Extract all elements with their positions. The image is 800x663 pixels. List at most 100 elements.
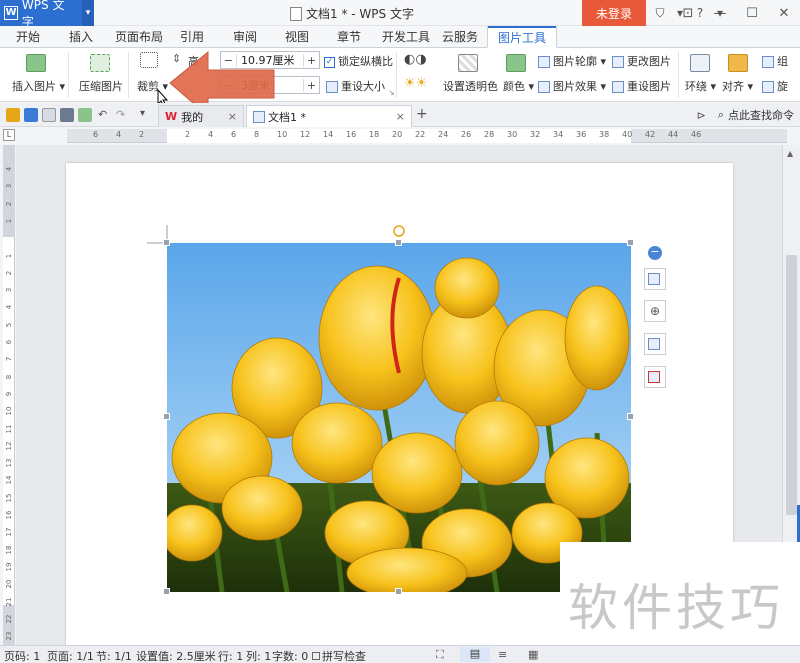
reset-size-button[interactable]: 重设大小 <box>326 78 385 94</box>
rotate-label: 旋 <box>777 80 788 93</box>
save-icon[interactable] <box>24 108 38 122</box>
redo-icon[interactable]: ↷ <box>116 108 130 122</box>
tab-cloud[interactable]: 云服务 <box>442 26 478 48</box>
open-icon[interactable] <box>6 108 20 122</box>
window-controls: ⊡ — ☐ ✕ <box>672 0 800 26</box>
spell-check-toggle[interactable]: 拼写检查 <box>312 648 366 663</box>
close-icon[interactable]: × <box>228 110 237 123</box>
rotate-button[interactable]: 旋 <box>762 78 788 94</box>
close-icon[interactable]: × <box>396 110 405 123</box>
tab-view[interactable]: 视图 <box>285 26 309 48</box>
page-view-icon[interactable]: ▤ <box>460 647 490 662</box>
close-button[interactable]: ✕ <box>768 0 800 26</box>
tab-document1[interactable]: 文档1 * × <box>246 105 412 127</box>
tab-picture-tools[interactable]: 图片工具 <box>487 26 558 48</box>
watermark: 软件技巧 <box>560 542 800 650</box>
ruler-tick-label: 36 <box>576 130 587 139</box>
lock-ratio-checkbox[interactable]: ✓ 锁定纵横比 <box>324 53 393 69</box>
ruler-tick-label: 22 <box>415 130 426 139</box>
reset-picture-button[interactable]: 重设图片 <box>612 78 671 94</box>
color-button[interactable]: 颜色 ▾ <box>503 78 534 94</box>
resize-handle-bottom[interactable] <box>395 588 402 595</box>
change-picture-button[interactable]: 更改图片 <box>612 53 671 69</box>
brightness-icon[interactable]: ☀☀ <box>404 76 427 91</box>
increase-button[interactable]: + <box>303 78 319 92</box>
web-view-icon[interactable]: ▦ <box>528 648 538 661</box>
picture-outline-button[interactable]: 图片轮廓 ▾ <box>538 53 606 69</box>
compress-picture-icon <box>90 54 110 72</box>
increase-button[interactable]: + <box>303 53 319 67</box>
tab-my-docs[interactable]: W 我的 × <box>158 105 244 127</box>
vertical-ruler[interactable]: 4 3 2 1 1 2 3 4 5 6 7 8 9 10 11 12 13 14 15 16 17 18 19 20 21 22 2… <box>3 145 15 658</box>
ruler-tick-label: 8 <box>254 130 260 139</box>
ruler-tick-label: 5 <box>5 322 13 327</box>
ruler-tick-label: 4 <box>116 130 122 139</box>
ruler-tick-label: 11 <box>5 424 13 433</box>
wrap-button[interactable]: 环绕 ▾ <box>685 78 716 94</box>
tab-insert[interactable]: 插入 <box>69 26 93 48</box>
menu-bar: 开始 插入 页面布局 引用 审阅 视图 章节 开发工具 云服务 图片工具 <box>0 26 800 48</box>
spell-check-label: 拼写检查 <box>322 650 366 663</box>
tulip-photo[interactable] <box>167 243 631 592</box>
resize-handle-top[interactable] <box>395 239 402 246</box>
find-command-box[interactable]: ⊳ ⌕ 点此查找命令 <box>697 107 794 123</box>
minimize-button[interactable]: — <box>704 0 736 26</box>
picture-outline-label: 图片轮廓 <box>553 55 597 68</box>
tab-chapter[interactable]: 章节 <box>337 26 361 48</box>
export-pdf-icon[interactable] <box>42 108 56 122</box>
ruler-tick-label: 8 <box>5 374 13 379</box>
status-row: 行: 1 <box>218 650 244 663</box>
new-tab-button[interactable]: + <box>416 106 428 122</box>
picture-effect-float-button[interactable] <box>644 366 666 388</box>
outline-view-icon[interactable]: ≡ <box>498 648 507 661</box>
title-bar: W WPS 文字 ▾ 文档1 * - WPS 文字 未登录 ⛉ ▾ ? ▾ ⊡ … <box>0 0 800 29</box>
ruler-tick-label: 26 <box>461 130 472 139</box>
resize-handle-top-right[interactable] <box>627 239 634 246</box>
insert-picture-button[interactable]: 插入图片 ▾ <box>12 78 65 94</box>
compress-picture-button[interactable]: 压缩图片 <box>79 78 123 94</box>
chevron-down-icon[interactable]: ▾ <box>82 0 95 26</box>
zoom-preview-button[interactable]: ⊕ <box>644 300 666 322</box>
rotate-icon <box>762 81 774 93</box>
print-icon[interactable] <box>60 108 74 122</box>
collapse-toolbar-icon[interactable]: − <box>648 246 662 260</box>
scroll-up-icon[interactable]: ▲ <box>787 149 793 158</box>
ruler-tick-label: 4 <box>5 305 13 310</box>
divider <box>128 52 129 98</box>
picture-effect-button[interactable]: 图片效果 ▾ <box>538 78 606 94</box>
group-button[interactable]: 组 <box>762 53 788 69</box>
align-icon <box>728 54 748 72</box>
scrollbar-thumb[interactable] <box>786 255 797 515</box>
app-menu-button[interactable]: W WPS 文字 ▾ <box>0 0 95 29</box>
tab-references[interactable]: 引用 <box>180 26 204 48</box>
set-transparent-button[interactable]: 设置透明色 <box>443 78 498 94</box>
tab-list-icon[interactable]: ⊳ <box>697 109 706 122</box>
skin-icon[interactable]: ⛉ <box>650 6 670 21</box>
dialog-launcher-icon[interactable]: ↘ <box>388 88 395 97</box>
tab-stop-selector[interactable]: L <box>3 129 15 141</box>
resize-handle-left[interactable] <box>163 413 170 420</box>
contrast-icon[interactable]: ◐◑ <box>404 52 427 67</box>
horizontal-ruler[interactable]: 6 4 2 2 4 6 8 10 12 14 16 18 20 22 24 26 28 30 32 34 36 38 40 4… <box>67 129 787 143</box>
resize-handle-top-left[interactable] <box>163 239 170 246</box>
layout-options-button[interactable] <box>644 268 666 290</box>
maximize-button[interactable]: ☐ <box>736 0 768 26</box>
resize-handle-right[interactable] <box>627 413 634 420</box>
align-button[interactable]: 对齐 ▾ <box>722 78 753 94</box>
resize-handle-bottom-left[interactable] <box>163 588 170 595</box>
ruler-tick-label: 32 <box>530 130 541 139</box>
reset-picture-label: 重设图片 <box>627 80 671 93</box>
color-icon <box>506 54 526 72</box>
quick-access-dropdown-icon[interactable]: ▾ <box>140 108 154 122</box>
crop-float-button[interactable] <box>644 333 666 355</box>
pin-icon[interactable]: ⊡ <box>672 0 704 26</box>
ribbon: 插入图片 ▾ 压缩图片 裁剪 ▾ ⇕ 高 − 10.97厘米 + − 3厘米 +… <box>0 48 800 102</box>
undo-icon[interactable]: ↶ <box>98 108 112 122</box>
print-preview-icon[interactable] <box>78 108 92 122</box>
tab-developer[interactable]: 开发工具 <box>382 26 430 48</box>
tab-review[interactable]: 审阅 <box>233 26 257 48</box>
tab-home[interactable]: 开始 <box>16 26 40 48</box>
login-button[interactable]: 未登录 <box>582 0 646 26</box>
tab-page-layout[interactable]: 页面布局 <box>115 26 163 48</box>
fullscreen-icon[interactable]: ⛶ <box>436 648 444 662</box>
